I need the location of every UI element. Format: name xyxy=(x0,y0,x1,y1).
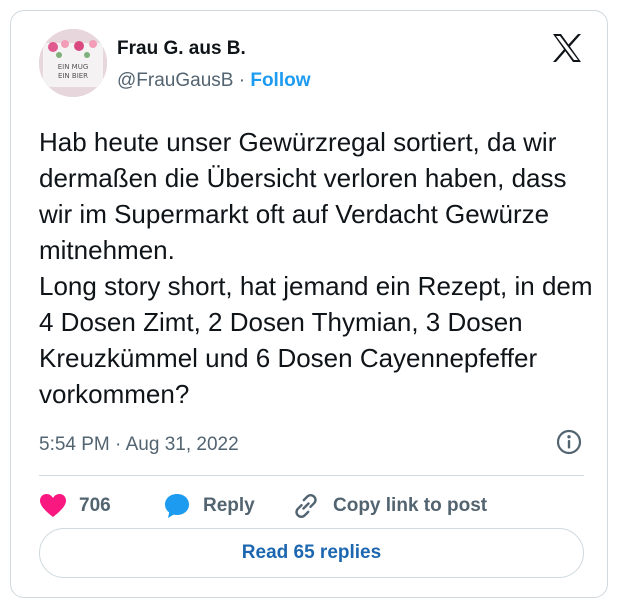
avatar-image: EIN MUG EIN BIER xyxy=(39,29,107,97)
info-icon[interactable] xyxy=(555,428,583,456)
tweet-card: EIN MUG EIN BIER Frau G. aus B. @FrauGau… xyxy=(10,10,608,598)
avatar-text-2: EIN BIER xyxy=(58,72,88,80)
like-count: 706 xyxy=(79,495,111,516)
handle-row: @FrauGausB · Follow xyxy=(117,70,311,92)
avatar[interactable]: EIN MUG EIN BIER xyxy=(39,29,107,97)
reply-button[interactable]: Reply xyxy=(163,483,255,529)
tweet-timestamp[interactable]: 5:54 PM · Aug 31, 2022 xyxy=(39,434,239,456)
handle-separator: · xyxy=(238,70,246,91)
follow-button[interactable]: Follow xyxy=(250,70,310,91)
author-name[interactable]: Frau G. aus B. xyxy=(117,38,246,60)
meta-separator: · xyxy=(115,434,122,455)
copy-link-label: Copy link to post xyxy=(333,495,488,516)
like-button[interactable]: 706 xyxy=(39,483,111,529)
avatar-text-1: EIN MUG xyxy=(58,63,89,71)
tweet-time: 5:54 PM xyxy=(39,434,110,455)
tweet-date: Aug 31, 2022 xyxy=(125,434,239,455)
author-handle[interactable]: @FrauGausB xyxy=(117,70,233,91)
reply-label: Reply xyxy=(203,495,255,516)
divider xyxy=(39,475,584,476)
link-icon xyxy=(295,493,317,519)
read-replies-button[interactable]: Read 65 replies xyxy=(39,528,584,578)
copy-link-button[interactable]: Copy link to post xyxy=(291,483,487,529)
tweet-text: Hab heute unser Gewürzregal sortiert, da… xyxy=(39,127,593,409)
heart-icon xyxy=(40,494,66,517)
x-logo-icon[interactable] xyxy=(551,33,583,63)
speech-bubble-icon xyxy=(165,494,189,518)
